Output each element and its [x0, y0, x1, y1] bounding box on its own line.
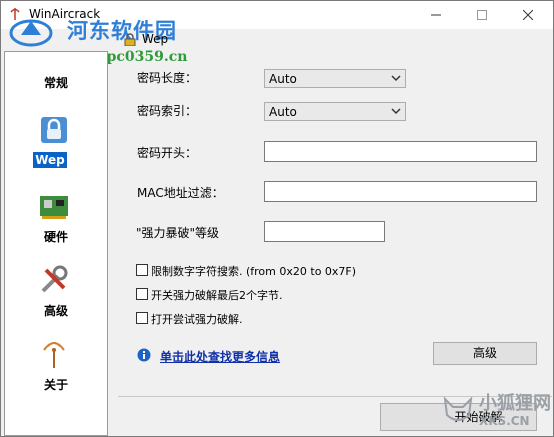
watermark-logo-icon [9, 19, 53, 47]
try-bruteforce-label: 打开尝试强力破解. [151, 313, 243, 326]
lock-icon [41, 117, 67, 143]
antenna-icon [43, 342, 65, 368]
sidebar-item-label: 高级 [43, 304, 68, 318]
maximize-icon [477, 10, 487, 20]
limit-charset-label: 限制数字字符搜索. (from 0x20 to 0x7F) [151, 265, 357, 278]
sidebar-item-label: 硬件 [43, 230, 68, 244]
fox-logo-icon [443, 396, 473, 421]
key-length-value: Auto [269, 72, 297, 86]
corner-watermark-line2: XKS.CN [479, 414, 530, 428]
chevron-down-icon [391, 108, 401, 115]
sidebar-item-label: Wep [33, 152, 67, 168]
advanced-button[interactable]: 高级 [433, 342, 537, 365]
tools-icon [41, 265, 68, 293]
key-index-label: 密码索引： [137, 104, 198, 118]
key-prefix-label: 密码开头： [137, 146, 198, 160]
key-index-value: Auto [269, 105, 297, 119]
close-button[interactable] [505, 1, 551, 29]
bruteforce-last-bytes-label: 开关强力破解最后2个字节. [151, 289, 283, 302]
info-icon [137, 348, 151, 362]
panel-header: Wep [118, 30, 552, 48]
sidebar-item-hardware[interactable]: 硬件 [5, 190, 107, 260]
bruteforce-level-label: "强力暴破"等级 [136, 226, 220, 240]
corner-watermark: 小狐狸网 XKS.CN [441, 387, 553, 435]
sidebar-item-advanced[interactable]: 高级 [5, 264, 107, 334]
key-prefix-input[interactable] [264, 141, 537, 162]
bruteforce-last-bytes-checkbox[interactable] [136, 288, 148, 300]
sidebar-item-label: 常规 [43, 76, 68, 90]
minimize-button[interactable] [413, 1, 459, 29]
limit-charset-checkbox[interactable] [136, 264, 148, 276]
try-bruteforce-checkbox[interactable] [136, 312, 148, 324]
sidebar-item-wep[interactable]: Wep [5, 114, 107, 184]
key-index-select[interactable]: Auto [264, 102, 406, 121]
more-info-link[interactable]: 单击此处查找更多信息 [160, 348, 280, 365]
app-window: WinAircrack 河东软件园 www.pc0359.cn 常规 Wep 硬… [0, 0, 554, 437]
minimize-icon [431, 14, 441, 16]
sidebar: 常规 Wep 硬件 高级 关于 [4, 51, 108, 436]
panel-title: Wep [142, 32, 169, 46]
corner-watermark-line1: 小狐狸网 [479, 393, 551, 414]
mac-filter-label: MAC地址过滤： [137, 186, 224, 200]
padlock-icon [124, 33, 136, 46]
sidebar-item-label: 关于 [43, 378, 68, 392]
bruteforce-level-input[interactable] [264, 221, 385, 242]
mac-filter-input[interactable] [264, 181, 537, 202]
key-length-select[interactable]: Auto [264, 69, 406, 88]
hardware-card-icon [40, 196, 68, 219]
key-length-label: 密码长度： [137, 71, 198, 85]
maximize-button[interactable] [459, 1, 505, 29]
chevron-down-icon [391, 75, 401, 82]
close-icon [523, 10, 533, 20]
sidebar-item-about[interactable]: 关于 [5, 338, 107, 408]
